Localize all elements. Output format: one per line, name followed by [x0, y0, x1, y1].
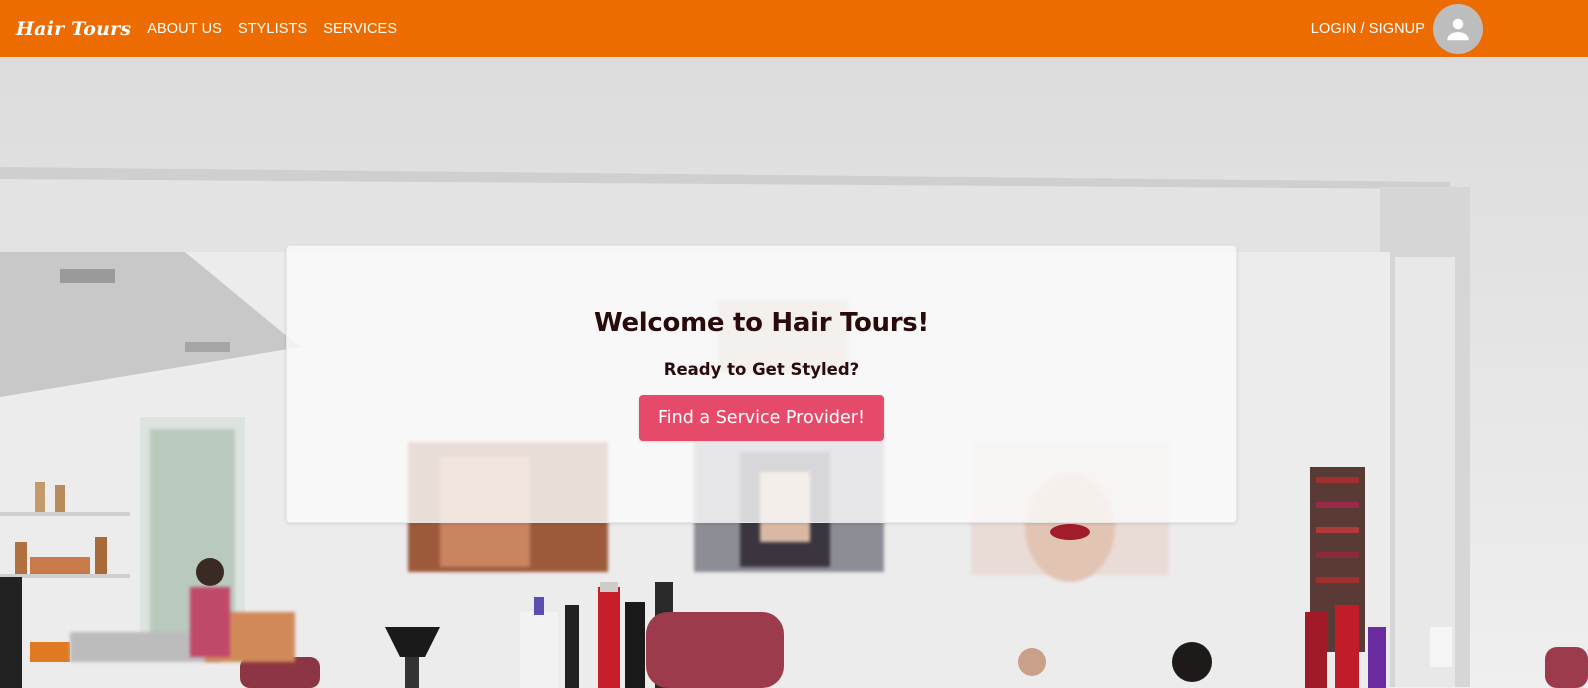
welcome-card: Welcome to Hair Tours! Ready to Get Styl… — [286, 245, 1237, 523]
hero-section: Welcome to Hair Tours! Ready to Get Styl… — [0, 57, 1588, 688]
account-circle-icon — [1447, 18, 1469, 40]
find-service-provider-button[interactable]: Find a Service Provider! — [638, 395, 884, 441]
top-navbar: Hair Tours ABOUT US STYLISTS SERVICES LO… — [0, 0, 1588, 57]
nav-link-stylists[interactable]: STYLISTS — [238, 21, 307, 37]
nav-link-about-us[interactable]: ABOUT US — [147, 21, 222, 37]
brand-logo[interactable]: Hair Tours — [16, 18, 131, 40]
welcome-title: Welcome to Hair Tours! — [594, 308, 929, 338]
welcome-subtitle: Ready to Get Styled? — [663, 360, 860, 379]
nav-link-services[interactable]: SERVICES — [323, 21, 397, 37]
avatar-button[interactable] — [1433, 3, 1483, 54]
login-signup-link[interactable]: LOGIN / SIGNUP — [1311, 21, 1425, 37]
